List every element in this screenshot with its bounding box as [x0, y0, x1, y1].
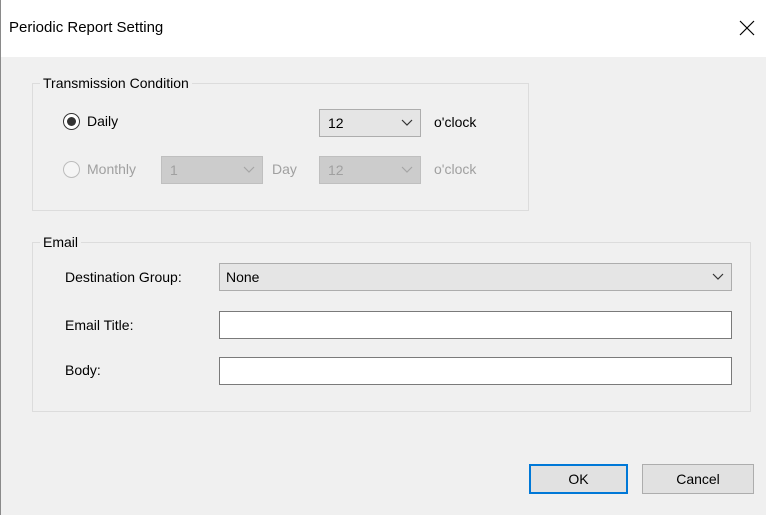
chevron-down-icon: [401, 166, 413, 173]
window-title: Periodic Report Setting: [9, 19, 164, 36]
destination-group-label: Destination Group:: [65, 269, 182, 285]
monthly-hour-select[interactable]: 12: [319, 156, 421, 184]
cancel-button[interactable]: Cancel: [642, 464, 754, 494]
monthly-radio[interactable]: [63, 161, 80, 178]
transmission-condition-legend: Transmission Condition: [43, 75, 189, 91]
monthly-day-label: Day: [272, 161, 297, 177]
monthly-label[interactable]: Monthly: [87, 161, 136, 177]
chevron-down-icon: [712, 273, 724, 280]
daily-hour-value: 12: [328, 115, 344, 131]
close-icon: [739, 20, 755, 36]
close-button[interactable]: [729, 10, 765, 46]
email-title-label: Email Title:: [65, 317, 134, 333]
dialog-window: Periodic Report Setting Transmission Con…: [0, 0, 766, 515]
daily-radio[interactable]: [63, 113, 80, 130]
chevron-down-icon: [401, 119, 413, 126]
body-label: Body:: [65, 362, 101, 378]
daily-oclock-label: o'clock: [434, 114, 477, 130]
ok-button[interactable]: OK: [529, 464, 628, 494]
monthly-hour-value: 12: [328, 162, 344, 178]
chevron-down-icon: [243, 166, 255, 173]
email-legend: Email: [43, 234, 79, 250]
monthly-day-select[interactable]: 1: [161, 156, 263, 184]
body-input[interactable]: [219, 357, 732, 385]
destination-group-select[interactable]: None: [219, 263, 732, 291]
destination-group-value: None: [226, 269, 260, 285]
monthly-day-value: 1: [170, 162, 178, 178]
monthly-oclock-label: o'clock: [434, 161, 477, 177]
transmission-condition-group: Transmission Condition: [32, 75, 529, 211]
daily-hour-select[interactable]: 12: [319, 109, 421, 137]
daily-label[interactable]: Daily: [87, 113, 118, 129]
email-title-input[interactable]: [219, 311, 732, 339]
title-bar: Periodic Report Setting: [1, 0, 766, 57]
